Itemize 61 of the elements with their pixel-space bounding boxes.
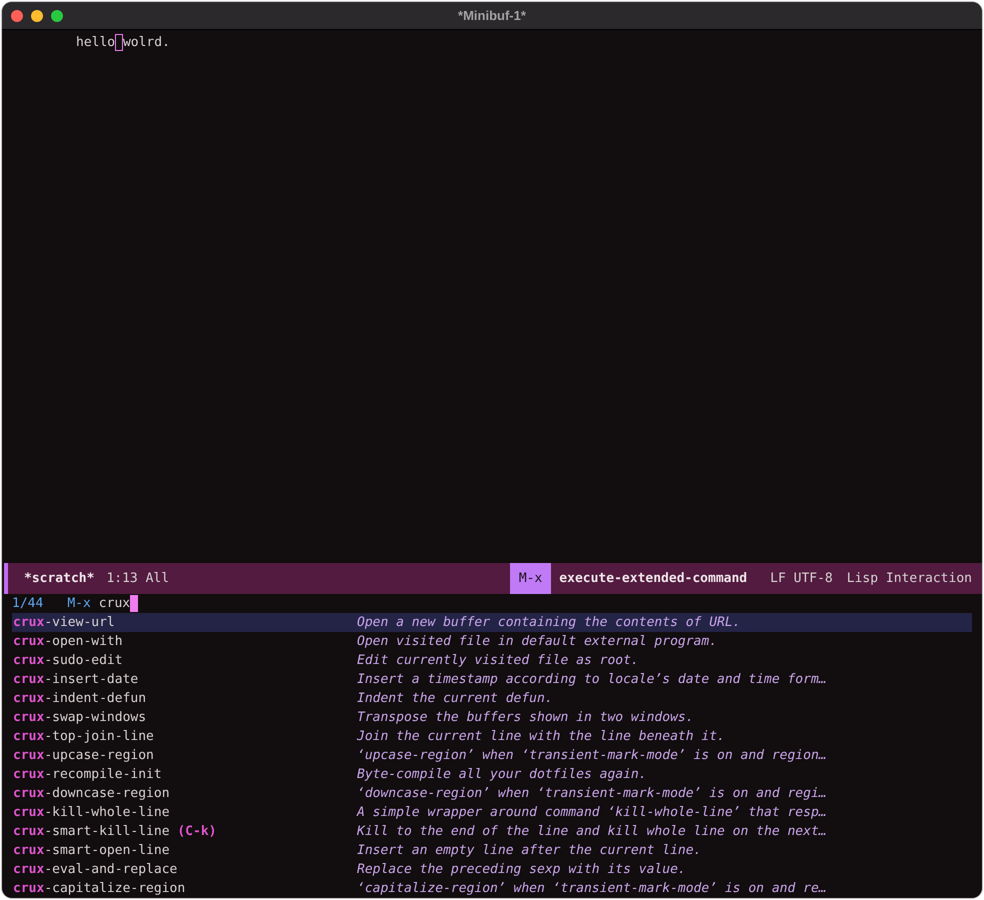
command-name: crux-top-join-line: [13, 729, 154, 744]
key-indicator: M-x: [510, 563, 552, 594]
command-description: Open visited file in default external program.: [357, 634, 718, 649]
command-description: Edit currently visited file as root.: [357, 653, 639, 668]
command-name: crux-smart-open-line: [13, 843, 170, 858]
command-name: crux-insert-date: [13, 672, 138, 687]
command-name: crux-eval-and-replace: [13, 862, 178, 877]
command-description: Join the current line with the line beneath it.: [357, 729, 725, 744]
candidate-count: 1/44: [12, 596, 44, 611]
input-field[interactable]: crux: [98, 596, 130, 611]
command-name: crux-downcase-region: [13, 786, 170, 801]
command-name: crux-kill-whole-line: [13, 805, 170, 820]
command-description: ‘downcase-region’ when ‘transient-mark-mode’ is on and regi…: [357, 786, 827, 801]
candidate-item[interactable]: crux-insert-date Insert a timestamp according to locale’s date and time form…: [12, 670, 972, 689]
window-title: *Minibuf-1*: [458, 8, 526, 23]
command-description: Insert a timestamp according to locale’s date and time form…: [357, 672, 827, 687]
zoom-button[interactable]: [51, 10, 63, 22]
candidate-item[interactable]: crux-indent-defun Indent the current defun.: [12, 689, 972, 708]
candidate-item[interactable]: crux-downcase-region ‘downcase-region’ when ‘transient-mark-mode’ is on and regi…: [12, 784, 972, 803]
encoding-label: LF UTF-8: [770, 571, 833, 586]
command-description: Insert an empty line after the current line.: [357, 843, 702, 858]
candidate-item[interactable]: crux-upcase-region ‘upcase-region’ when ‘transient-mark-mode’ is on and region…: [12, 746, 972, 765]
minimize-button[interactable]: [31, 10, 43, 22]
command-description: ‘upcase-region’ when ‘transient-mark-mode’ is on and region…: [357, 748, 827, 763]
candidate-item[interactable]: crux-top-join-line Join the current line with the line beneath it.: [12, 727, 972, 746]
command-name: crux-sudo-edit: [13, 653, 123, 668]
command-description: Replace the preceding sexp with its value.: [357, 862, 686, 877]
command-name: crux-capitalize-region: [13, 881, 186, 896]
command-description: A simple wrapper around command ‘kill-whole-line’ that resp…: [357, 805, 827, 820]
candidate-item[interactable]: crux-open-with Open visited file in default external program.: [12, 632, 972, 651]
buffer-text: wolrd.: [122, 35, 170, 50]
candidate-item[interactable]: crux-smart-open-line Insert an empty line after the current line.: [12, 841, 972, 860]
candidate-item[interactable]: crux-sudo-edit Edit currently visited file as root.: [12, 651, 972, 670]
command-description: Kill to the end of the line and kill whole line on the next…: [357, 824, 827, 839]
keybinding-label: (C-k): [177, 824, 216, 839]
command-description: Byte-compile all your dotfiles again.: [357, 767, 647, 782]
candidate-item[interactable]: crux-capitalize-region ‘capitalize-region’ when ‘transient-mark-mode’ is on and re…: [12, 879, 972, 898]
command-name: crux-view-url: [13, 615, 115, 630]
candidate-item[interactable]: crux-eval-and-replace Replace the preceding sexp with its value.: [12, 860, 972, 879]
command-name: crux-upcase-region: [13, 748, 154, 763]
command-description: ‘capitalize-region’ when ‘transient-mark-mode’ is on and re…: [357, 881, 827, 896]
candidate-item[interactable]: crux-smart-kill-line (C-k) Kill to the end of the line and kill whole line on the next…: [12, 822, 972, 841]
command-name: crux-smart-kill-line: [13, 824, 170, 839]
major-mode-label: Lisp Interaction: [846, 571, 972, 586]
command-name: crux-indent-defun: [13, 691, 146, 706]
candidate-item[interactable]: crux-kill-whole-line A simple wrapper around command ‘kill-whole-line’ that resp…: [12, 803, 972, 822]
candidate-item[interactable]: crux-view-url Open a new buffer containing the contents of URL.: [12, 613, 972, 632]
buffer-text: hello: [76, 35, 116, 50]
cursor-position: 1:13 All: [106, 571, 170, 586]
prompt-label: M-x: [67, 596, 91, 611]
command-name: crux-open-with: [13, 634, 123, 649]
command-name: crux-swap-windows: [13, 710, 146, 725]
command-name: execute-extended-command: [559, 571, 748, 586]
command-description: Open a new buffer containing the contents of URL.: [357, 615, 741, 630]
buffer-name: *scratch*: [24, 571, 94, 586]
candidate-item[interactable]: crux-swap-windows Transpose the buffers shown in two windows.: [12, 708, 972, 727]
command-name: crux-recompile-init: [13, 767, 162, 782]
candidate-item[interactable]: crux-recompile-init Byte-compile all your dotfiles again.: [12, 765, 972, 784]
close-button[interactable]: [11, 10, 23, 22]
command-description: Transpose the buffers shown in two windows.: [357, 710, 694, 725]
command-description: Indent the current defun.: [357, 691, 553, 706]
